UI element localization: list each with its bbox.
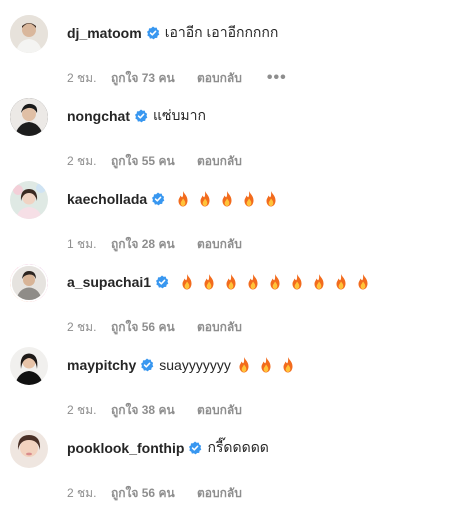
reply-button[interactable]: ตอบกลับ [197,484,242,503]
verified-badge-icon [140,358,154,372]
fire-emoji-icon [174,190,192,208]
reply-button[interactable]: ตอบกลับ [197,318,242,337]
comment-username[interactable]: a_supachai1 [67,274,151,290]
comment-item: nongchat แซ่บมาก 2 ชม. ถูกใจ 55 คน ตอบกล… [0,98,456,182]
verified-badge-icon [151,192,165,206]
comment-item: pooklook_fonthip กรี๊ดดดดด 2 ชม. ถูกใจ 5… [0,430,456,514]
comment-username[interactable]: dj_matoom [67,25,142,41]
avatar[interactable] [10,430,48,468]
comment-time: 2 ชม. [67,402,97,417]
comment-item: dj_matoom เอาอีก เอาอีกกกกก 2 ชม. ถูกใจ … [0,15,456,99]
fire-emoji-icon [257,356,275,374]
comment-time: 2 ชม. [67,319,97,334]
comment-username[interactable]: maypitchy [67,357,136,373]
fire-emoji-row [174,190,280,208]
like-count[interactable]: ถูกใจ 55 คน [111,152,197,171]
reply-button[interactable]: ตอบกลับ [197,69,242,88]
comment-item: maypitchy suayyyyyyy 2 ชม. ถูกใจ 38 คน ต… [0,347,456,431]
verified-badge-icon [134,109,148,123]
fire-emoji-icon [244,273,262,291]
like-count[interactable]: ถูกใจ 56 คน [111,484,197,503]
verified-badge-icon [146,26,160,40]
comment-time: 2 ชม. [67,153,97,168]
reply-button[interactable]: ตอบกลับ [197,235,242,254]
more-options-icon[interactable]: ••• [267,70,287,86]
comment-username[interactable]: pooklook_fonthip [67,440,184,456]
fire-emoji-icon [218,190,236,208]
comment-time: 2 ชม. [67,70,97,85]
verified-badge-icon [155,275,169,289]
fire-emoji-icon [222,273,240,291]
comment-time: 2 ชม. [67,485,97,500]
fire-emoji-icon [354,273,372,291]
fire-emoji-icon [240,190,258,208]
fire-emoji-icon [200,273,218,291]
comment-text: กรี๊ดดดดด [207,439,269,455]
like-count[interactable]: ถูกใจ 28 คน [111,235,197,254]
like-count[interactable]: ถูกใจ 38 คน [111,401,197,420]
fire-emoji-row [178,273,372,291]
comment-item: a_supachai1 2 ชม. ถูกใจ 56 คน ตอบกลับ [0,264,456,348]
comment-text: suayyyyyyy [159,357,231,373]
avatar[interactable] [10,15,48,53]
fire-emoji-icon [266,273,284,291]
avatar[interactable] [10,181,48,219]
like-count[interactable]: ถูกใจ 73 คน [111,69,197,88]
comment-time: 1 ชม. [67,236,97,251]
fire-emoji-icon [262,190,280,208]
comment-username[interactable]: nongchat [67,108,130,124]
reply-button[interactable]: ตอบกลับ [197,401,242,420]
comments-list: dj_matoom เอาอีก เอาอีกกกกก 2 ชม. ถูกใจ … [0,0,456,500]
reply-button[interactable]: ตอบกลับ [197,152,242,171]
comment-text: แซ่บมาก [153,107,206,123]
comment-username[interactable]: kaechollada [67,191,147,207]
fire-emoji-icon [178,273,196,291]
like-count[interactable]: ถูกใจ 56 คน [111,318,197,337]
fire-emoji-icon [288,273,306,291]
avatar[interactable] [10,264,48,302]
verified-badge-icon [188,441,202,455]
fire-emoji-icon [279,356,297,374]
comment-item: kaechollada 1 ชม. ถูกใจ 28 คน ตอบกลับ [0,181,456,265]
comment-text: เอาอีก เอาอีกกกกก [164,24,279,40]
avatar[interactable] [10,98,48,136]
fire-emoji-row [235,356,297,374]
fire-emoji-icon [196,190,214,208]
fire-emoji-icon [310,273,328,291]
avatar[interactable] [10,347,48,385]
fire-emoji-icon [332,273,350,291]
fire-emoji-icon [235,356,253,374]
